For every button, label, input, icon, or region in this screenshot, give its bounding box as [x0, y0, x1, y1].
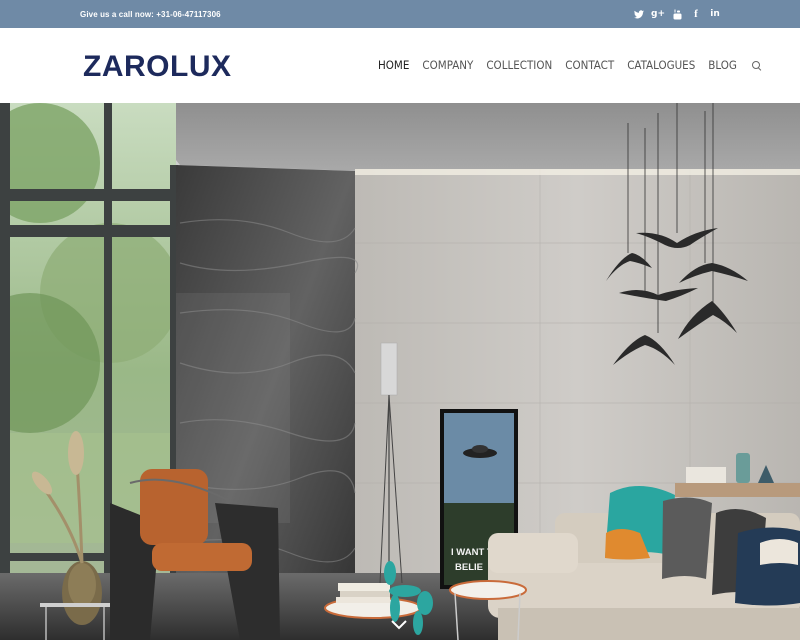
google-plus-icon[interactable]: g+ [651, 8, 665, 20]
interior-illustration: I WANT TO BELIE [0, 103, 800, 640]
nav-home[interactable]: HOME [378, 58, 409, 72]
scroll-down-icon[interactable] [390, 618, 408, 632]
main-nav: HOME COMPANY COLLECTION CONTACT CATALOGU… [378, 58, 761, 72]
phone-text: Give us a call now: +31-06-47117306 [80, 9, 221, 19]
shelf [675, 483, 800, 497]
poster-line-2: BELIE [455, 562, 483, 573]
nav-catalogues[interactable]: CATALOGUES [627, 58, 695, 72]
hero-image: I WANT TO BELIE [0, 103, 800, 640]
top-bar: Give us a call now: +31-06-47117306 g+ f… [0, 0, 800, 28]
nav-company[interactable]: COMPANY [422, 58, 473, 72]
site-header: ZAROLUX HOME COMPANY COLLECTION CONTACT … [0, 28, 800, 103]
search-icon[interactable] [751, 60, 761, 70]
nav-contact[interactable]: CONTACT [565, 58, 614, 72]
social-links: g+ f in [634, 8, 720, 20]
ceiling [130, 103, 800, 171]
youtube-icon[interactable] [672, 8, 682, 20]
linkedin-icon[interactable]: in [710, 8, 720, 20]
nav-blog[interactable]: BLOG [708, 58, 737, 72]
logo[interactable]: ZAROLUX [83, 50, 232, 84]
twitter-icon[interactable] [634, 8, 644, 20]
facebook-icon[interactable]: f [691, 8, 701, 20]
nav-collection[interactable]: COLLECTION [486, 58, 552, 72]
